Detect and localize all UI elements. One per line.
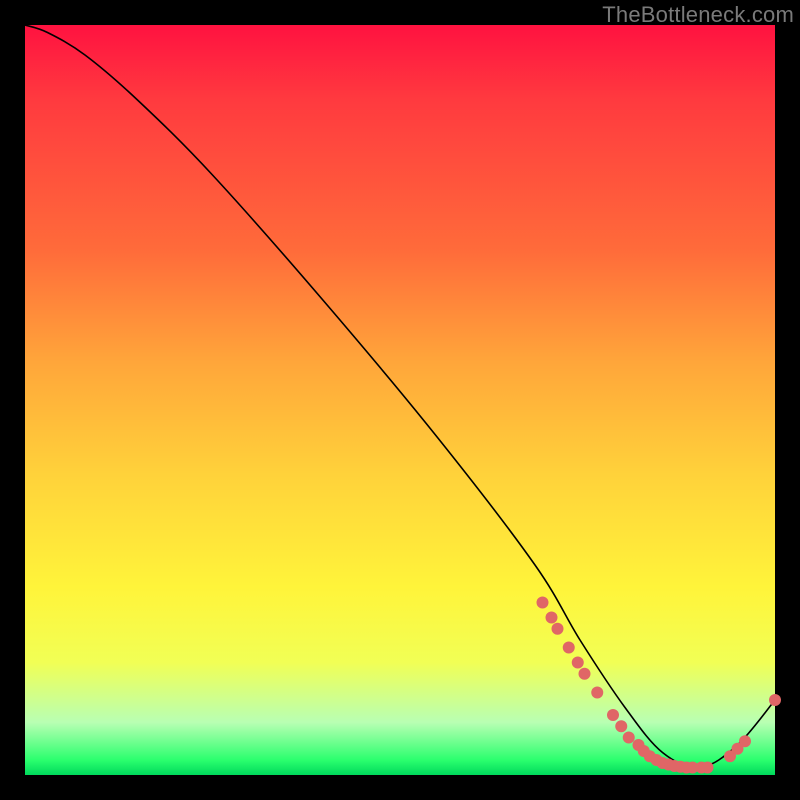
plot-area (25, 25, 775, 775)
scatter-dots (537, 597, 782, 774)
scatter-dot (579, 668, 591, 680)
scatter-dot (607, 709, 619, 721)
scatter-dot (623, 732, 635, 744)
scatter-dot (546, 612, 558, 624)
scatter-dot (537, 597, 549, 609)
scatter-dot (702, 762, 714, 774)
scatter-dot (591, 687, 603, 699)
scatter-dot (769, 694, 781, 706)
chart-frame: TheBottleneck.com (0, 0, 800, 800)
scatter-dot (615, 720, 627, 732)
curve-layer (25, 25, 775, 775)
bottleneck-curve (25, 25, 775, 768)
scatter-dot (552, 623, 564, 635)
scatter-dot (739, 735, 751, 747)
scatter-dot (563, 642, 575, 654)
scatter-dot (572, 657, 584, 669)
